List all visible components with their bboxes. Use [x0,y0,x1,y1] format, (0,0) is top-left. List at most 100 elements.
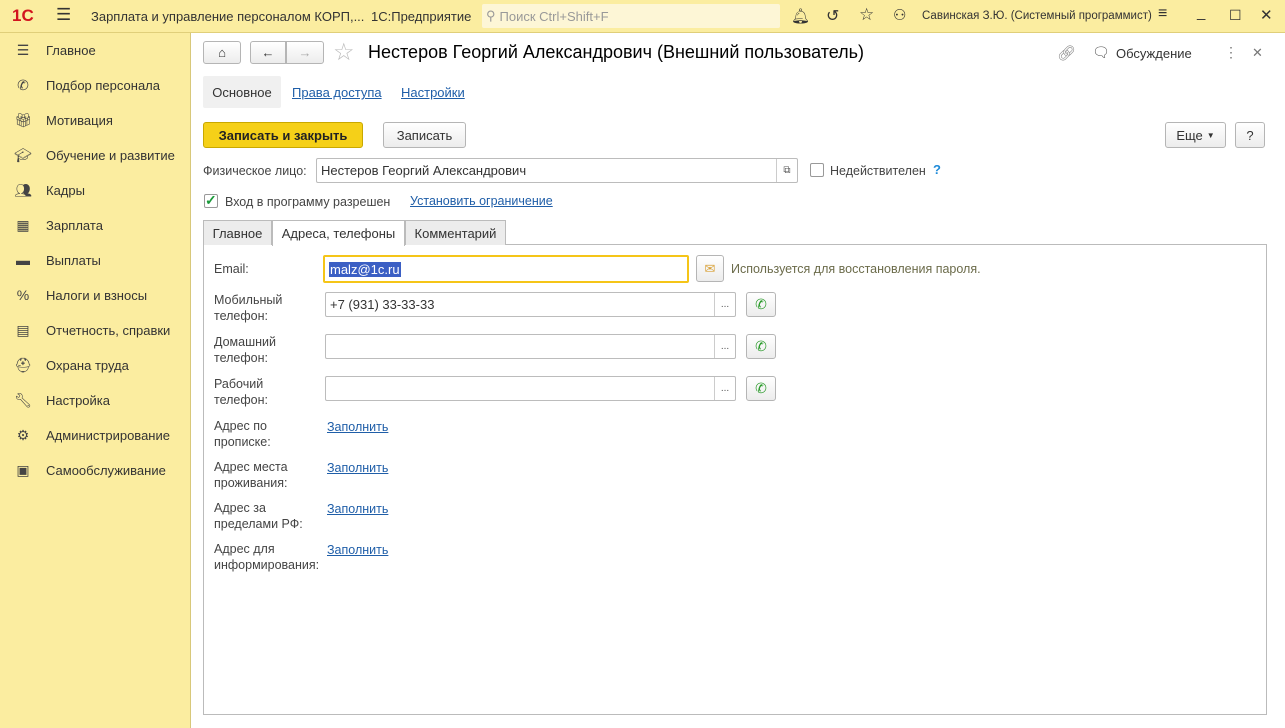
login-allowed-checkbox[interactable]: ✓ [204,193,218,208]
nav-tab-access[interactable]: Права доступа [292,85,382,100]
address-label: Адрес места проживания: [214,459,288,491]
sidebar-item-label: Настройка [46,392,110,408]
more-button[interactable]: Еще ▼ [1165,122,1226,148]
address-label: Адрес для информирования: [214,541,319,573]
home-icon: ⌂ [218,45,226,60]
tab-main[interactable]: Главное [203,220,272,245]
back-button[interactable]: ← [250,41,286,64]
nav-tab-settings[interactable]: Настройки [401,85,465,100]
phone-edit-button[interactable]: ... [714,377,735,400]
phone-label-line1: Рабочий [214,377,264,391]
address-label-line1: Адрес для [214,542,275,556]
phone-label: Рабочий телефон: [214,376,268,408]
sidebar-item-2[interactable]: 🎁︎ Мотивация [0,105,190,135]
chevron-down-icon: ▼ [1206,130,1215,140]
sidebar-item-4[interactable]: 👥︎ Кадры [0,175,190,205]
sidebar-item-label: Налоги и взносы [46,287,148,303]
sidebar-item-label: Главное [46,42,96,58]
phone-label: Домашний телефон: [214,334,276,366]
sidebar-item-10[interactable]: 🔧︎ Настройка [0,385,190,415]
sidebar-item-label: Подбор персонала [46,77,160,93]
tab-comment[interactable]: Комментарий [405,220,506,245]
discussion-button[interactable]: Обсуждение [1116,46,1192,61]
address-label-line1: Адрес по [214,419,267,433]
users-icon[interactable]: ⚇ [893,6,906,24]
minimize-icon[interactable]: _ [1197,4,1205,21]
sidebar-item-7[interactable]: % Налоги и взносы [0,280,190,310]
phone-edit-button[interactable]: ... [714,335,735,358]
send-email-button[interactable]: ✉ [696,255,724,282]
sidebar-item-1[interactable]: ✆ Подбор персонала [0,70,190,100]
favorite-star-icon[interactable]: ☆ [333,38,355,67]
fill-address-link[interactable]: Заполнить [327,543,388,557]
search-input[interactable]: ⚲ Поиск Ctrl+Shift+F [482,4,780,28]
sidebar-item-label: Выплаты [46,252,101,268]
graduation-icon: 🎓︎ [14,146,32,163]
call-button[interactable]: ✆ [746,376,776,401]
close-form-icon[interactable]: ✕ [1252,45,1263,61]
bell-icon[interactable]: 🔔︎ [791,7,810,25]
favorites-icon[interactable]: ☆ [859,5,874,25]
sidebar-item-11[interactable]: ⚙ Администрирование [0,420,190,450]
sidebar-item-8[interactable]: ▤ Отчетность, справки [0,315,190,345]
more-label: Еще [1176,127,1203,143]
link-icon[interactable]: 🔗︎ [1057,44,1076,62]
maximize-icon[interactable]: ☐ [1229,7,1242,24]
current-user[interactable]: Савинская З.Ю. (Системный программист) [922,10,1152,22]
settings-menu-icon[interactable]: ≡ [1158,5,1167,23]
save-button[interactable]: Записать [383,122,466,148]
sidebar-item-5[interactable]: ▦ Зарплата [0,210,190,240]
phone-field[interactable]: +7 (931) 33-33-33... [325,292,736,317]
people-icon: 👥︎ [14,181,32,198]
tab-addresses-phones[interactable]: Адреса, телефоны [272,220,405,246]
discussion-icon: 🗨︎ [1092,44,1110,60]
sidebar-item-9[interactable]: ⛑︎ Охрана труда [0,350,190,380]
calculator-icon: ▦ [16,216,30,233]
phone-label-line2: телефон: [214,309,268,323]
set-restriction-link[interactable]: Установить ограничение [410,194,553,208]
fill-address-link[interactable]: Заполнить [327,461,388,475]
address-label: Адрес по прописке: [214,418,271,450]
phone-field[interactable]: ... [325,334,736,359]
wrench-icon: 🔧︎ [14,391,32,408]
history-icon[interactable]: ↺ [826,6,839,26]
nav-tab-main[interactable]: Основное [203,76,281,108]
open-icon[interactable]: ⧉ [776,159,797,182]
save-and-close-button[interactable]: Записать и закрыть [203,122,363,148]
gear-icon: ⚙ [16,426,30,443]
phone-chat-icon: ✆ [755,338,767,354]
phone-chat-icon: ✆ [755,380,767,396]
call-button[interactable]: ✆ [746,334,776,359]
sidebar-item-label: Зарплата [46,217,103,233]
email-field[interactable]: malz@1c.ru [323,255,689,283]
invalid-checkbox[interactable] [810,163,824,177]
home-button[interactable]: ⌂ [203,41,241,64]
helmet-icon: ⛑︎ [14,356,32,373]
title-bar: 1С ☰ Зарплата и управление персоналом КО… [0,0,1285,33]
logo: 1С [12,6,34,25]
sidebar-item-12[interactable]: ▣ Самообслуживание [0,455,190,485]
call-button[interactable]: ✆ [746,292,776,317]
address-label-line2: информирования: [214,558,320,572]
main-menu-icon[interactable]: ☰ [56,5,71,25]
phone-field[interactable]: ... [325,376,736,401]
fill-address-link[interactable]: Заполнить [327,420,388,434]
phone-edit-button[interactable]: ... [714,293,735,316]
phone-icon: ✆ [17,76,29,93]
sidebar-item-3[interactable]: 🎓︎ Обучение и развитие [0,140,190,170]
more-actions-icon[interactable]: ⋮ [1224,44,1238,61]
fill-address-link[interactable]: Заполнить [327,502,388,516]
address-label: Адрес за пределами РФ: [214,500,303,532]
address-label-line1: Адрес за [214,501,266,515]
page-title: Нестеров Георгий Александрович (Внешний … [368,42,865,62]
sidebar-item-label: Администрирование [46,427,170,443]
sidebar-item-label: Кадры [46,182,85,198]
sidebar-item-0[interactable]: ☰ Главное [0,35,190,65]
sidebar-item-6[interactable]: ▬ Выплаты [0,245,190,275]
forward-button[interactable]: → [286,41,324,64]
person-value: Нестеров Георгий Александрович [321,163,527,178]
close-window-icon[interactable]: ✕ [1260,6,1273,24]
person-field[interactable]: Нестеров Георгий Александрович ⧉ [316,158,798,183]
help-button[interactable]: ? [1235,122,1265,148]
invalid-help-icon[interactable]: ? [933,162,941,177]
